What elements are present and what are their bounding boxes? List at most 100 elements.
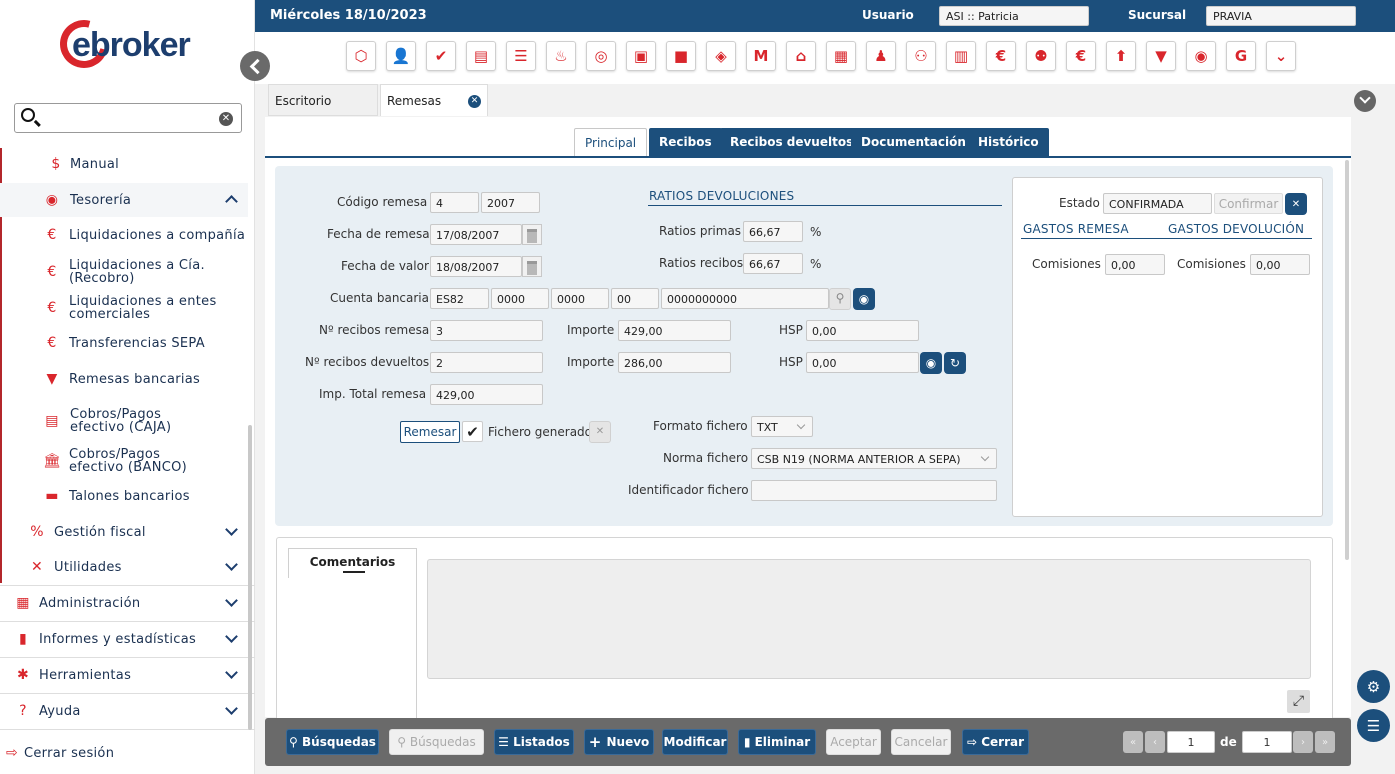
modificar-button[interactable]: Modificar bbox=[662, 729, 728, 755]
comisiones-remesa-field[interactable]: 0,00 bbox=[1105, 254, 1165, 275]
logout-link[interactable]: ⇨ Cerrar sesión bbox=[0, 736, 248, 770]
cuenta-oficina-field[interactable]: 0000 bbox=[551, 288, 609, 309]
comentarios-textarea[interactable] bbox=[427, 559, 1311, 679]
sidebar-item-cobros-banco[interactable]: 🏛 Cobros/Pagos efectivo (BANCO) bbox=[0, 443, 248, 479]
expand-icon[interactable]: ⤢ bbox=[1287, 690, 1310, 713]
toolbar-package-icon[interactable]: ⬡ bbox=[346, 41, 376, 71]
sidebar-item-gestion-fiscal[interactable]: % Gestión fiscal bbox=[0, 515, 248, 549]
page-input[interactable]: 1 bbox=[1167, 731, 1215, 753]
sidebar-item-herramientas[interactable]: ✱ Herramientas bbox=[0, 658, 248, 692]
aceptar-button[interactable]: Aceptar bbox=[826, 729, 881, 755]
calendar-icon[interactable] bbox=[522, 256, 542, 277]
cancel-estado-icon[interactable]: ✕ bbox=[1285, 193, 1307, 215]
sidebar-item-liquidaciones-recobro[interactable]: € Liquidaciones a Cía. (Recobro) bbox=[0, 254, 248, 290]
cuenta-dc-field[interactable]: 00 bbox=[611, 288, 659, 309]
search-input[interactable]: ✕ bbox=[14, 103, 242, 133]
tab-recibos-devueltos[interactable]: Recibos devueltos bbox=[720, 128, 864, 157]
cerrar-button[interactable]: ⇨ Cerrar bbox=[962, 729, 1029, 755]
toolbar-transfer-icon[interactable]: ⬆ bbox=[1106, 41, 1136, 71]
toolbar-m-icon[interactable]: M bbox=[746, 41, 776, 71]
collapse-sidebar-button[interactable] bbox=[240, 51, 270, 81]
toolbar-group-icon[interactable]: ⚇ bbox=[906, 41, 936, 71]
toolbar-recobro-icon[interactable]: € bbox=[986, 41, 1016, 71]
toolbar-bag-icon[interactable]: ◈ bbox=[706, 41, 736, 71]
busquedas-button[interactable]: ⚲ Búsquedas bbox=[286, 729, 379, 755]
toolbar-house-icon[interactable]: ⌂ bbox=[786, 41, 816, 71]
hsp-field[interactable]: 0,00 bbox=[806, 320, 919, 341]
comisiones-devolucion-field[interactable]: 0,00 bbox=[1250, 254, 1310, 275]
cancelar-button[interactable]: Cancelar bbox=[891, 729, 951, 755]
formato-fichero-select[interactable]: TXT bbox=[751, 416, 813, 437]
tab-remesas[interactable]: Remesas ✕ bbox=[380, 84, 488, 116]
sucursal-field[interactable]: PRAVIA bbox=[1206, 6, 1356, 26]
toolbar-fire-icon[interactable]: ♨ bbox=[546, 41, 576, 71]
cuenta-iban-field[interactable]: ES82 bbox=[430, 288, 489, 309]
clear-fichero-icon[interactable]: ✕ bbox=[589, 421, 611, 443]
fichero-generado-checkbox[interactable]: ✔ bbox=[462, 421, 483, 442]
view-devueltos-eye-icon[interactable]: ◉ bbox=[920, 352, 942, 374]
sidebar-item-administracion[interactable]: ▦ Administración bbox=[0, 586, 248, 620]
sidebar-item-remesas-bancarias[interactable]: ▼ Remesas bancarias bbox=[0, 362, 248, 396]
tab-recibos[interactable]: Recibos bbox=[649, 128, 722, 157]
toolbar-remesa-icon[interactable]: ▼ bbox=[1146, 41, 1176, 71]
sidebar-item-tesoreria[interactable]: ◉ Tesorería bbox=[0, 183, 248, 217]
toolbar-eye-icon[interactable]: ◉ bbox=[1186, 41, 1216, 71]
n-recibos-field[interactable]: 3 bbox=[430, 320, 543, 341]
toolbar-office-icon[interactable]: ▥ bbox=[946, 41, 976, 71]
sidebar-item-transferencias-sepa[interactable]: € Transferencias SEPA bbox=[0, 326, 248, 360]
next-page-icon[interactable]: › bbox=[1293, 731, 1313, 753]
remesar-button[interactable]: Remesar bbox=[400, 421, 460, 443]
tasks-fab-icon[interactable]: ☰ bbox=[1357, 709, 1390, 742]
sidebar-item-liquidaciones-entes[interactable]: € Liquidaciones a entes comerciales bbox=[0, 290, 248, 326]
tabs-menu-button[interactable] bbox=[1354, 90, 1376, 112]
toolbar-entes-icon[interactable]: ⚉ bbox=[1026, 41, 1056, 71]
toolbar-euro-icon[interactable]: € bbox=[1066, 41, 1096, 71]
tab-principal[interactable]: Principal bbox=[574, 128, 648, 158]
importe-field[interactable]: 429,00 bbox=[618, 320, 731, 341]
codigo-year-field[interactable]: 2007 bbox=[481, 192, 540, 213]
estado-field[interactable]: CONFIRMADA bbox=[1103, 193, 1212, 214]
total-remesa-field[interactable]: 429,00 bbox=[430, 384, 543, 405]
cuenta-entidad-field[interactable]: 0000 bbox=[491, 288, 549, 309]
sidebar-item-ayuda[interactable]: ? Ayuda bbox=[0, 694, 248, 728]
toolbar-briefcase-icon[interactable]: ■ bbox=[666, 41, 696, 71]
tab-escritorio[interactable]: Escritorio bbox=[268, 84, 378, 116]
last-page-icon[interactable]: » bbox=[1315, 731, 1335, 753]
cuenta-numero-field[interactable]: 0000000000 bbox=[661, 288, 829, 309]
identificador-fichero-field[interactable] bbox=[751, 480, 997, 501]
search-account-icon[interactable]: ⚲ bbox=[829, 288, 851, 310]
toolbar-user-check-icon[interactable]: ✔ bbox=[426, 41, 456, 71]
confirmar-button[interactable]: Confirmar bbox=[1214, 193, 1283, 214]
toolbar-money-icon[interactable]: ▣ bbox=[626, 41, 656, 71]
sidebar-item-talones[interactable]: ▬ Talones bancarios bbox=[0, 479, 248, 513]
listados-button[interactable]: ☰ Listados bbox=[494, 729, 574, 755]
sidebar-item-manual[interactable]: $ Manual bbox=[0, 147, 248, 181]
fecha-valor-field[interactable]: 18/08/2007 bbox=[430, 256, 522, 277]
toolbar-document-icon[interactable]: ▤ bbox=[466, 41, 496, 71]
eliminar-button[interactable]: ▮ Eliminar bbox=[738, 729, 816, 755]
importe-devueltos-field[interactable]: 286,00 bbox=[618, 352, 731, 373]
close-tab-icon[interactable]: ✕ bbox=[468, 95, 481, 108]
prev-page-icon[interactable]: ‹ bbox=[1145, 731, 1165, 753]
sidebar-item-informes[interactable]: ▮ Informes y estadísticas bbox=[0, 622, 248, 656]
refresh-icon[interactable]: ↻ bbox=[944, 352, 966, 374]
toolbar-g-icon[interactable]: G bbox=[1226, 41, 1256, 71]
clear-icon[interactable]: ✕ bbox=[219, 112, 233, 126]
settings-fab-icon[interactable]: ⚙ bbox=[1357, 670, 1390, 703]
norma-fichero-select[interactable]: CSB N19 (NORMA ANTERIOR A SEPA) bbox=[751, 448, 997, 469]
tab-historico[interactable]: Histórico bbox=[968, 128, 1049, 157]
tab-documentacion[interactable]: Documentación bbox=[851, 128, 976, 157]
ratios-primas-field[interactable]: 66,67 bbox=[743, 221, 803, 242]
toolbar-list-icon[interactable]: ☰ bbox=[506, 41, 536, 71]
usuario-field[interactable]: ASI :: Patricia bbox=[939, 6, 1089, 26]
toolbar-person-icon[interactable]: ♟ bbox=[866, 41, 896, 71]
nuevo-button[interactable]: + Nuevo bbox=[584, 729, 654, 755]
toolbar-building-icon[interactable]: ▦ bbox=[826, 41, 856, 71]
first-page-icon[interactable]: « bbox=[1123, 731, 1143, 753]
codigo-remesa-field[interactable]: 4 bbox=[430, 192, 479, 213]
fecha-remesa-field[interactable]: 17/08/2007 bbox=[430, 224, 522, 245]
toolbar-more-chevron-icon[interactable]: ⌄ bbox=[1266, 41, 1296, 71]
busquedas-disabled-button[interactable]: ⚲ Búsquedas bbox=[389, 729, 484, 755]
view-account-eye-icon[interactable]: ◉ bbox=[853, 288, 875, 310]
hsp-devueltos-field[interactable]: 0,00 bbox=[806, 352, 919, 373]
